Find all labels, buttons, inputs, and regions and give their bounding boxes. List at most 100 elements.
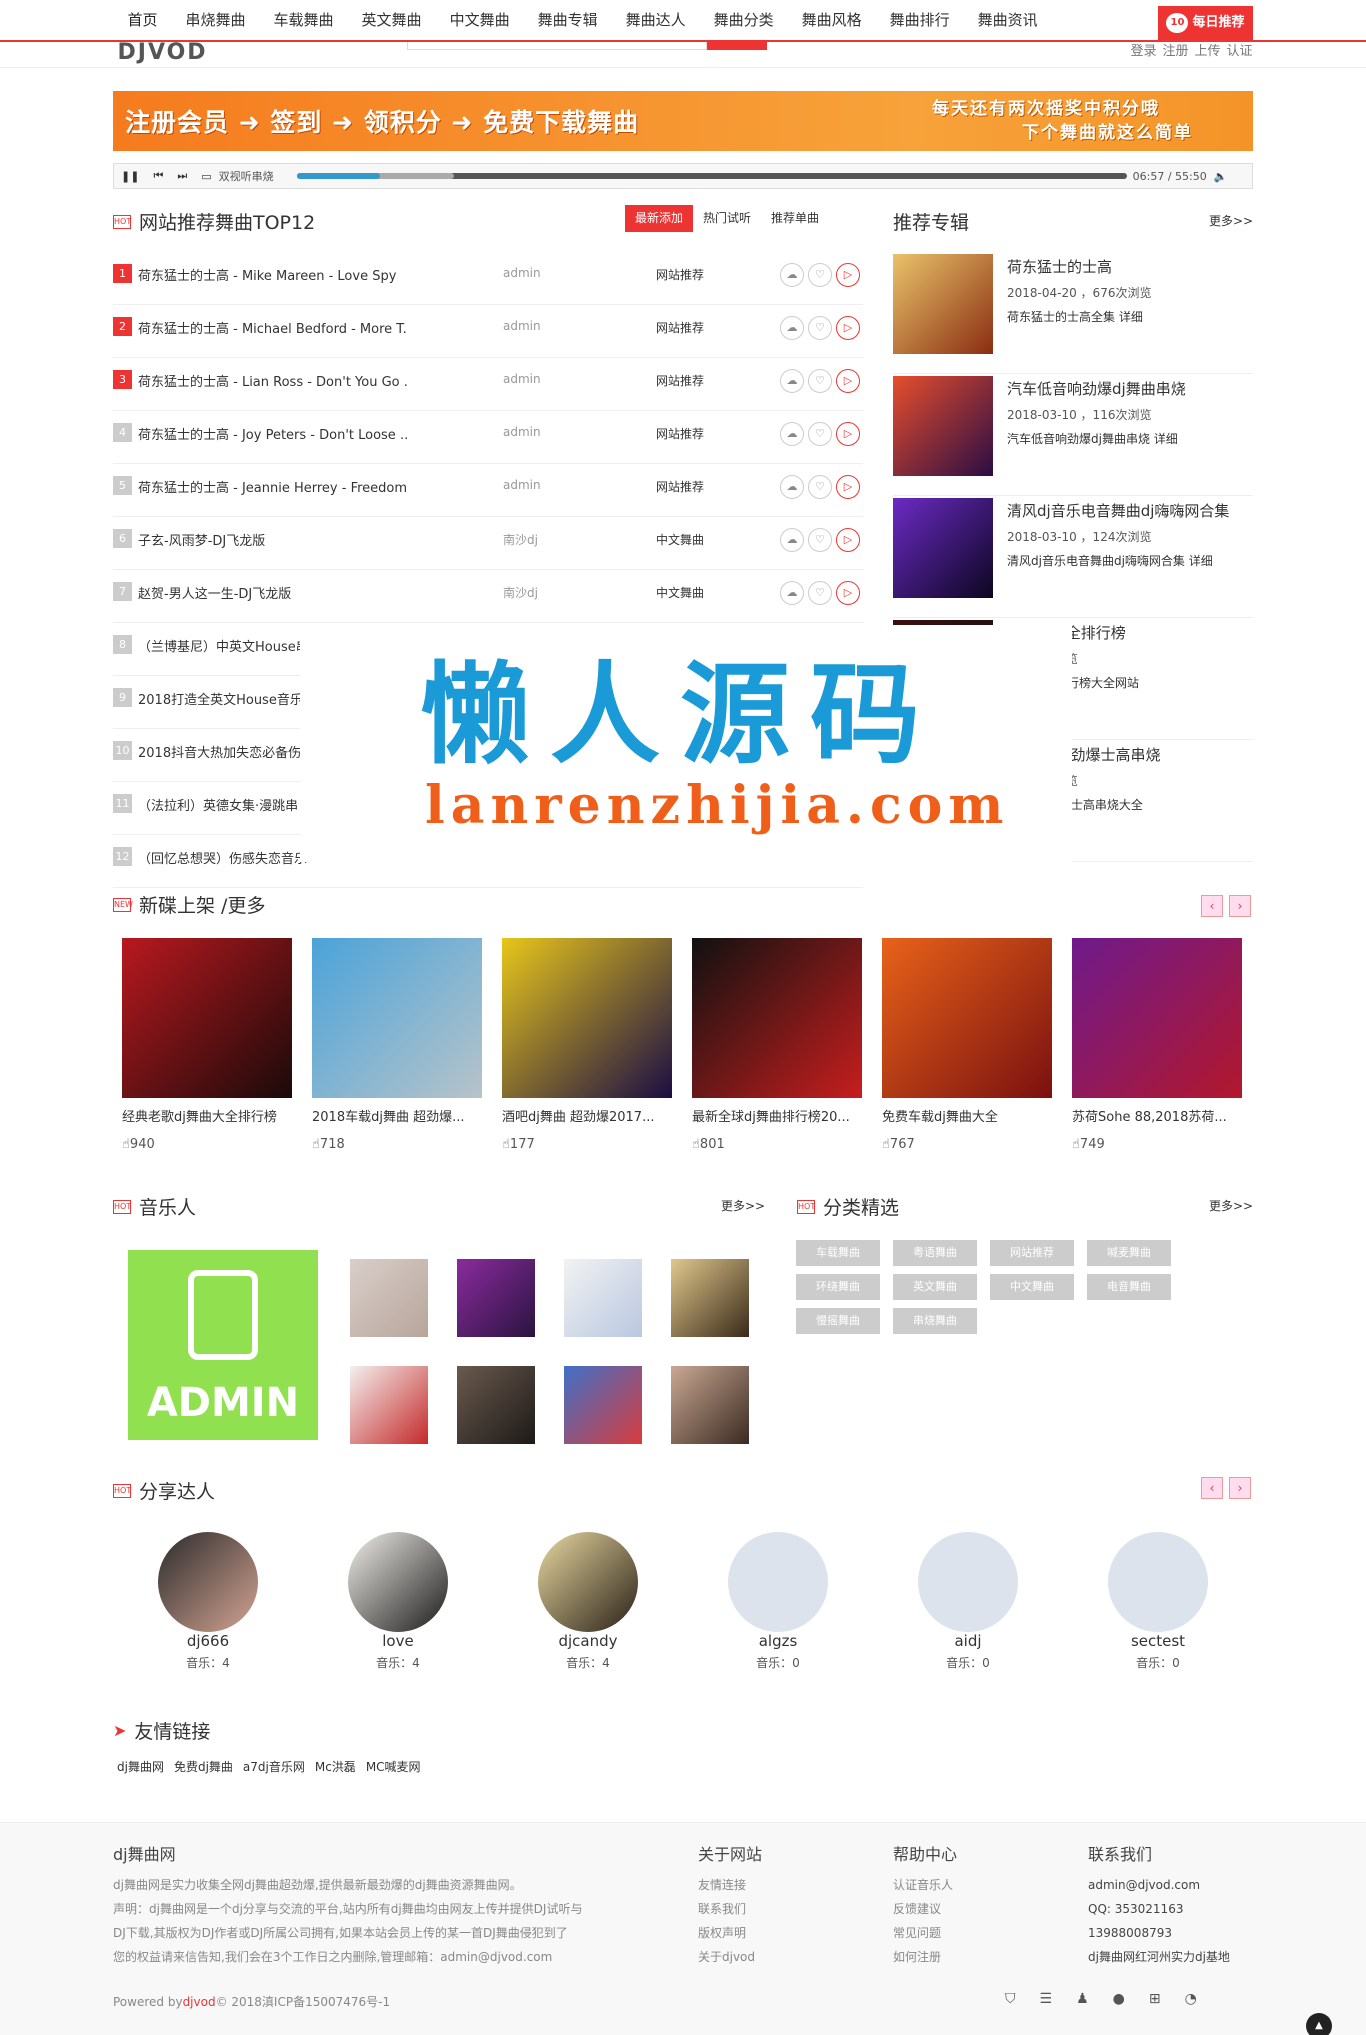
sharer-name[interactable]: love (303, 1632, 493, 1650)
favorite-icon[interactable]: ♡ (808, 316, 832, 340)
song-uploader[interactable]: admin (503, 425, 541, 439)
download-icon[interactable]: ☁ (780, 528, 804, 552)
play-icon[interactable]: ▷ (836, 475, 860, 499)
category-button[interactable]: 中文舞曲 (990, 1274, 1074, 1300)
windows-icon[interactable]: ⊞ (1149, 1991, 1161, 2007)
previous-icon[interactable]: ⏮ (146, 169, 170, 183)
css3-icon[interactable]: ☰ (1040, 1991, 1053, 2007)
play-icon[interactable]: ▷ (836, 581, 860, 605)
new-album-title[interactable]: 免费车载dj舞曲大全 (882, 1106, 1053, 1125)
footer-link[interactable]: 关于djvod (698, 1945, 762, 1969)
verify-link[interactable]: 认证 (1226, 40, 1252, 59)
play-icon[interactable]: ▷ (836, 369, 860, 393)
friend-link[interactable]: a7dj音乐网 (243, 1758, 305, 1775)
sharer-name[interactable]: algzs (683, 1632, 873, 1650)
apple-icon[interactable]: ● (1113, 1991, 1125, 2007)
category-button[interactable]: 串烧舞曲 (893, 1308, 977, 1334)
download-icon[interactable]: ☁ (780, 263, 804, 287)
download-icon[interactable]: ☁ (780, 316, 804, 340)
prev-arrow-icon[interactable]: ‹ (1201, 895, 1223, 917)
sharer-card[interactable]: aidj 音乐：0 (873, 1524, 1063, 1687)
friend-link[interactable]: Mc洪磊 (315, 1758, 356, 1775)
album-cover[interactable] (893, 254, 993, 354)
album-cover[interactable] (893, 498, 993, 598)
favorite-icon[interactable]: ♡ (808, 369, 832, 393)
musician-avatar[interactable] (443, 1352, 543, 1452)
album-title[interactable]: 汽车低音响劲爆dj舞曲串烧 (1007, 378, 1252, 399)
new-album-card[interactable]: 苏荷Sohe 88,2018苏荷... ☝749 (1063, 932, 1253, 1167)
volume-icon[interactable]: 🔈 (1207, 170, 1235, 183)
new-album-card[interactable]: 2018车载dj舞曲 超劲爆... ☝718 (303, 932, 493, 1167)
download-icon[interactable]: ☁ (780, 422, 804, 446)
musician-avatar[interactable] (657, 1352, 757, 1452)
category-button[interactable]: 环绕舞曲 (796, 1274, 880, 1300)
new-album-cover[interactable] (882, 938, 1052, 1098)
song-uploader[interactable]: admin (503, 372, 541, 386)
category-button[interactable]: 网站推荐 (990, 1240, 1074, 1266)
progress-bar[interactable] (296, 173, 1127, 179)
play-icon[interactable]: ▷ (836, 316, 860, 340)
avatar[interactable] (348, 1532, 448, 1632)
nav-item-home[interactable]: 首页 (114, 0, 172, 40)
next-arrow-icon[interactable]: › (1229, 1477, 1251, 1499)
nav-item-medley[interactable]: 串烧舞曲 (172, 0, 260, 40)
sharer-name[interactable]: djcandy (493, 1632, 683, 1650)
prev-arrow-icon[interactable]: ‹ (1201, 1477, 1223, 1499)
nav-item-categories[interactable]: 舞曲分类 (700, 0, 788, 40)
new-album-cover[interactable] (122, 938, 292, 1098)
song-title[interactable]: 荷东猛士的士高 - Joy Peters - Don't Loose ... (138, 424, 408, 443)
pause-icon[interactable]: ❚❚ (114, 170, 146, 183)
tab-latest[interactable]: 最新添加 (625, 205, 694, 232)
new-album-card[interactable]: 经典老歌dj舞曲大全排行榜 ☝940 (113, 932, 303, 1167)
favorite-icon[interactable]: ♡ (808, 528, 832, 552)
song-title[interactable]: 荷东猛士的士高 - Michael Bedford - More T... (138, 318, 408, 337)
footer-contact-line[interactable]: admin@djvod.com (1088, 1873, 1230, 1897)
nav-item-english[interactable]: 英文舞曲 (348, 0, 436, 40)
song-title[interactable]: 荷东猛士的士高 - Lian Ross - Don't You Go ... (138, 371, 408, 390)
new-album-title[interactable]: 经典老歌dj舞曲大全排行榜 (122, 1106, 293, 1125)
favorite-icon[interactable]: ♡ (808, 475, 832, 499)
category-button[interactable]: 英文舞曲 (893, 1274, 977, 1300)
rss-icon[interactable]: ◔ (1185, 1991, 1197, 2007)
song-title[interactable]: 荷东猛士的士高 - Jeannie Herrey - Freedom... (138, 477, 408, 496)
song-title[interactable]: 赵贺-男人这一生-DJ飞龙版 (138, 583, 408, 602)
song-uploader[interactable]: 南沙dj (503, 531, 538, 548)
song-category[interactable]: 网站推荐 (656, 266, 704, 283)
footer-link[interactable]: 版权声明 (698, 1921, 762, 1945)
new-album-card[interactable]: 免费车载dj舞曲大全 ☝767 (873, 932, 1063, 1167)
next-icon[interactable]: ⏭ (170, 169, 194, 183)
new-album-title[interactable]: 酒吧dj舞曲 超劲爆2017... (502, 1106, 673, 1125)
sharer-card[interactable]: sectest 音乐：0 (1063, 1524, 1253, 1687)
tab-recommended[interactable]: 推荐单曲 (761, 205, 829, 232)
promo-banner[interactable]: 注册会员 ➜ 签到 ➜ 领积分 ➜ 免费下载舞曲 每天还有两次摇奖中积分哦 下个… (113, 91, 1253, 151)
nav-item-albums[interactable]: 舞曲专辑 (524, 0, 612, 40)
musician-avatar[interactable] (550, 1352, 650, 1452)
song-uploader[interactable]: admin (503, 478, 541, 492)
play-icon[interactable]: ▷ (836, 528, 860, 552)
albums-more-link[interactable]: 更多>> (1209, 212, 1253, 229)
new-albums-title-text[interactable]: 新碟上架 /更多 (139, 891, 265, 918)
song-category[interactable]: 中文舞曲 (656, 531, 704, 548)
musician-avatar[interactable] (336, 1352, 436, 1452)
favorite-icon[interactable]: ♡ (808, 263, 832, 287)
category-button[interactable]: 车载舞曲 (796, 1240, 880, 1266)
copyright-brand[interactable]: djvod (183, 1995, 216, 2009)
tab-hot[interactable]: 热门试听 (693, 205, 761, 232)
album-title[interactable]: 清风dj音乐电音舞曲dj嗨嗨网合集 (1007, 500, 1252, 521)
song-category[interactable]: 网站推荐 (656, 425, 704, 442)
sharer-name[interactable]: sectest (1063, 1632, 1253, 1650)
song-category[interactable]: 网站推荐 (656, 319, 704, 336)
nav-item-news[interactable]: 舞曲资讯 (964, 0, 1052, 40)
footer-link[interactable]: 常见问题 (893, 1921, 957, 1945)
nav-item-ranking[interactable]: 舞曲排行 (876, 0, 964, 40)
avatar[interactable] (158, 1532, 258, 1632)
favorite-icon[interactable]: ♡ (808, 422, 832, 446)
sharer-card[interactable]: dj666 音乐：4 (113, 1524, 303, 1687)
song-title[interactable]: 子玄-风雨梦-DJ飞龙版 (138, 530, 408, 549)
song-uploader[interactable]: 南沙dj (503, 584, 538, 601)
upload-link[interactable]: 上传 (1194, 40, 1220, 59)
new-album-title[interactable]: 最新全球dj舞曲排行榜20... (692, 1106, 863, 1125)
friend-link[interactable]: dj舞曲网 (117, 1758, 164, 1775)
html5-icon[interactable]: ⛉ (1005, 1991, 1016, 2007)
song-uploader[interactable]: admin (503, 319, 541, 333)
